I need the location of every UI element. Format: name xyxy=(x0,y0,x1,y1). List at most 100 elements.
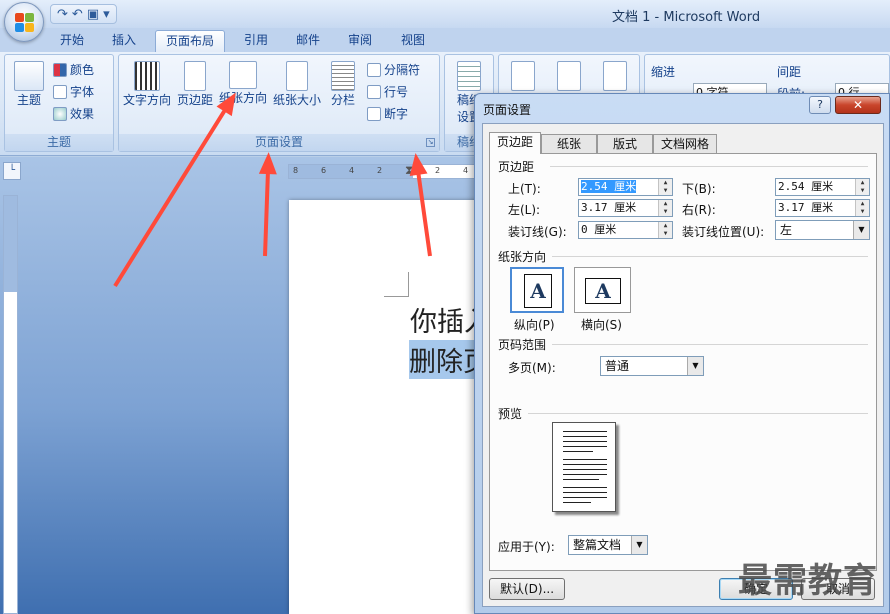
draft-icon xyxy=(457,61,481,91)
default-button[interactable]: 默认(D)... xyxy=(489,578,565,600)
effects-icon xyxy=(53,106,67,121)
portrait-label: 纵向(P) xyxy=(514,318,555,332)
watermark-logo: 最需教育 xyxy=(738,561,878,601)
tab-view[interactable]: 视图 xyxy=(393,30,433,52)
window-title: 文档 1 - Microsoft Word xyxy=(612,10,761,25)
bottom-margin-label: 下(B): xyxy=(682,182,716,196)
orientation-section-title: 纸张方向 xyxy=(498,250,547,264)
document-page[interactable] xyxy=(289,200,489,614)
group-page-setup: 文字方向 页边距 纸张方向 纸张大小 分栏 分隔符 行号 断字 页面设置 ↘ xyxy=(118,54,440,152)
gutter-position-select[interactable]: 左 ▼ xyxy=(775,220,870,240)
themes-group-label: 主题 xyxy=(5,134,113,151)
margins-panel: 页边距 上(T): 2.54 厘米 ▲ ▼ 下(B): 2.54 厘米 ▲ ▼ 左(… xyxy=(489,153,877,571)
gutter-input[interactable]: 0 厘米 ▲ ▼ xyxy=(578,221,673,239)
size-button[interactable]: 纸张大小 xyxy=(271,61,323,108)
gutter-label: 装订线(G): xyxy=(508,225,567,239)
group-themes: 主题 颜色 字体 效果 主题 xyxy=(4,54,114,152)
page-borders-icon[interactable] xyxy=(603,61,627,91)
tab-review[interactable]: 审阅 xyxy=(340,30,380,52)
text-direction-button[interactable]: 文字方向 xyxy=(121,61,173,108)
fonts-icon xyxy=(53,84,67,99)
right-margin-label: 右(R): xyxy=(682,203,716,217)
colors-icon xyxy=(53,62,67,77)
redo-icon[interactable]: ↷ xyxy=(57,7,68,22)
columns-button[interactable]: 分栏 xyxy=(325,61,361,108)
undo-icon[interactable]: ↶ xyxy=(72,7,83,22)
effects-button[interactable]: 效果 xyxy=(53,105,94,122)
bottom-margin-input[interactable]: 2.54 厘米 ▲ ▼ xyxy=(775,178,870,196)
tab-selector-button[interactable]: └ xyxy=(3,162,21,180)
tab-home[interactable]: 开始 xyxy=(52,30,92,52)
spinner-arrows-icon[interactable]: ▲ ▼ xyxy=(658,200,672,216)
pages-section-title: 页码范围 xyxy=(498,338,547,352)
page-color-icon[interactable] xyxy=(557,61,581,91)
multiple-pages-select[interactable]: 普通 ▼ xyxy=(600,356,704,376)
spinner-arrows-icon[interactable]: ▲ ▼ xyxy=(658,222,672,238)
customize-qat-icon[interactable]: ▾ xyxy=(103,7,110,22)
multiple-pages-label: 多页(M): xyxy=(508,361,556,375)
tab-references[interactable]: 引用 xyxy=(236,30,276,52)
dialog-title: 页面设置 xyxy=(483,103,532,117)
spinner-arrows-icon[interactable]: ▲ ▼ xyxy=(855,179,869,195)
page-setup-launcher-icon[interactable]: ↘ xyxy=(426,138,435,147)
title-bar: ↷ ↶ ▣ ▾ 文档 1 - Microsoft Word xyxy=(0,0,890,28)
margins-section-title: 页边距 xyxy=(498,160,535,174)
watermark-icon[interactable] xyxy=(511,61,535,91)
margins-button[interactable]: 页边距 xyxy=(175,61,215,108)
line-numbers-icon xyxy=(367,84,381,99)
tab-document-grid[interactable]: 文档网格 xyxy=(653,134,717,153)
left-margin-label: 左(L): xyxy=(508,203,541,217)
crop-mark xyxy=(384,272,409,297)
margins-icon xyxy=(184,61,206,91)
line-numbers-button[interactable]: 行号 xyxy=(367,83,408,100)
text-direction-icon xyxy=(134,61,160,91)
apply-to-select[interactable]: 整篇文档 ▼ xyxy=(568,535,648,555)
spinner-arrows-icon[interactable]: ▲ ▼ xyxy=(658,179,672,195)
breaks-button[interactable]: 分隔符 xyxy=(367,61,420,78)
portrait-option[interactable]: A xyxy=(510,267,564,313)
landscape-page-icon: A xyxy=(585,278,621,304)
help-button[interactable]: ? xyxy=(809,96,831,114)
document-text-line-2[interactable]: 删除页 xyxy=(409,340,479,379)
landscape-option[interactable]: A xyxy=(574,267,631,313)
tab-mailings[interactable]: 邮件 xyxy=(288,30,328,52)
colors-button[interactable]: 颜色 xyxy=(53,61,94,78)
top-margin-input[interactable]: 2.54 厘米 ▲ ▼ xyxy=(578,178,673,196)
chevron-down-icon[interactable]: ▼ xyxy=(687,357,703,375)
fonts-button[interactable]: 字体 xyxy=(53,83,94,100)
hyphenation-button[interactable]: 断字 xyxy=(367,105,408,122)
tab-paper[interactable]: 纸张 xyxy=(541,134,597,153)
hyphenation-icon xyxy=(367,106,381,121)
office-button[interactable] xyxy=(4,2,44,42)
ribbon-tabs: 开始 插入 页面布局 引用 邮件 审阅 视图 xyxy=(0,28,890,52)
horizontal-ruler[interactable]: 8 6 4 2 2 4 ⧗ xyxy=(288,163,478,179)
save-icon[interactable]: ▣ xyxy=(87,7,99,22)
orientation-icon xyxy=(229,61,257,89)
top-margin-label: 上(T): xyxy=(508,182,541,196)
vertical-ruler[interactable] xyxy=(3,195,18,614)
tab-page-layout[interactable]: 页面布局 xyxy=(155,30,225,52)
columns-icon xyxy=(331,61,355,91)
indent-label: 缩进 xyxy=(651,65,676,79)
apply-to-label: 应用于(Y): xyxy=(498,540,555,554)
preview-page xyxy=(552,422,616,512)
themes-button[interactable]: 主题 xyxy=(11,61,47,108)
right-margin-input[interactable]: 3.17 厘米 ▲ ▼ xyxy=(775,199,870,217)
tab-margins[interactable]: 页边距 xyxy=(489,132,541,154)
left-margin-input[interactable]: 3.17 厘米 ▲ ▼ xyxy=(578,199,673,217)
size-icon xyxy=(286,61,308,91)
chevron-down-icon[interactable]: ▼ xyxy=(853,221,869,239)
spacing-label: 间距 xyxy=(777,65,802,79)
page-setup-group-label: 页面设置 xyxy=(119,134,439,151)
spinner-arrows-icon[interactable]: ▲ ▼ xyxy=(855,200,869,216)
quick-access-toolbar: ↷ ↶ ▣ ▾ xyxy=(50,4,117,24)
breaks-icon xyxy=(367,62,381,77)
document-text-line-1[interactable]: 你插入 xyxy=(410,300,480,339)
close-button[interactable]: ✕ xyxy=(835,96,881,114)
page-setup-dialog: 页面设置 ? ✕ 页边距 纸张 版式 文档网格 页边距 上(T): 2.54 厘… xyxy=(474,93,890,614)
landscape-label: 横向(S) xyxy=(581,318,622,332)
tab-insert[interactable]: 插入 xyxy=(104,30,144,52)
office-logo-icon xyxy=(15,13,35,33)
chevron-down-icon[interactable]: ▼ xyxy=(631,536,647,554)
tab-layout[interactable]: 版式 xyxy=(597,134,653,153)
